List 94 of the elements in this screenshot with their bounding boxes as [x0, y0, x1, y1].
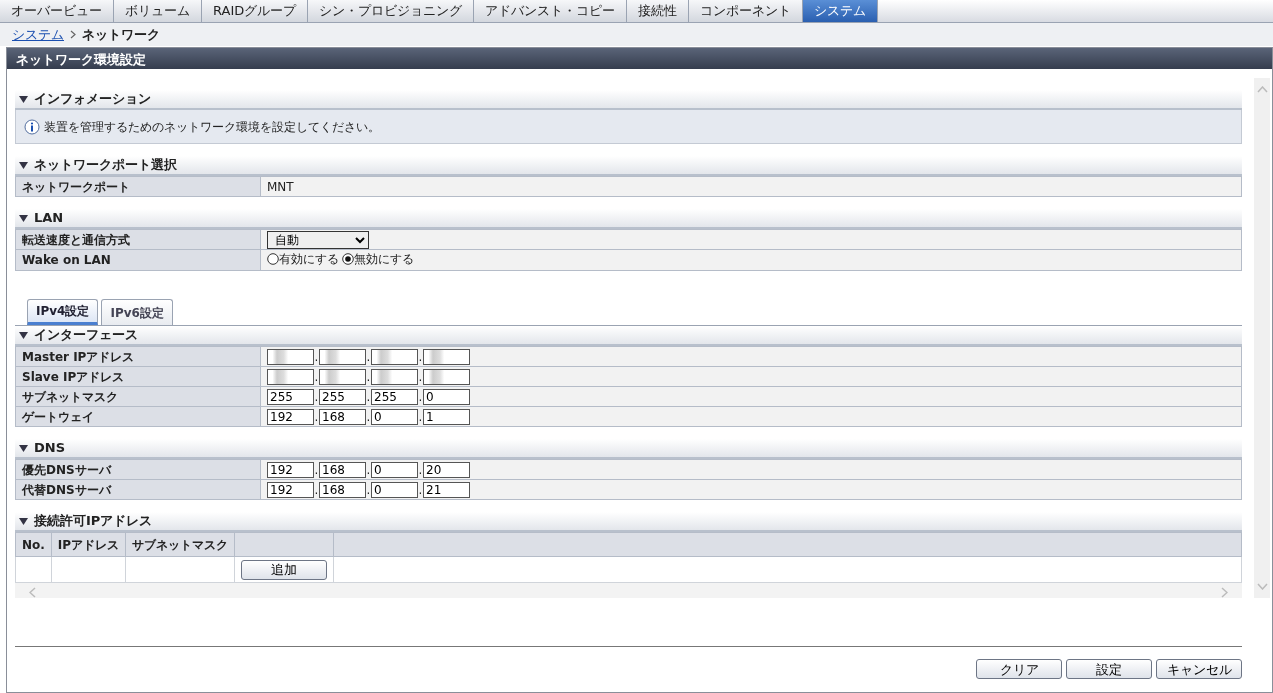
nav-tab[interactable]: ボリューム	[114, 0, 202, 22]
masked-input-field[interactable]	[371, 369, 418, 385]
nav-tab[interactable]: コンポーネント	[689, 0, 804, 22]
masked-input-field[interactable]	[267, 369, 314, 385]
input-field[interactable]: 1	[423, 409, 470, 425]
chevron-right-icon	[70, 30, 76, 39]
row-label: 優先DNSサーバ	[15, 459, 261, 480]
collapse-triangle-icon	[19, 444, 28, 452]
settings-tab[interactable]: IPv6設定	[101, 299, 173, 325]
dot-separator: .	[418, 461, 423, 479]
section-title: DNS	[34, 439, 66, 458]
dot-separator: .	[418, 388, 423, 406]
dot-separator: .	[366, 388, 371, 406]
radio-option[interactable]: 無効にする	[342, 250, 414, 268]
panel-title: ネットワーク環境設定	[7, 48, 1272, 69]
section-title: 接続許可IPアドレス	[34, 512, 153, 531]
row-label: 転送速度と通信方式	[15, 229, 261, 250]
row-label: サブネットマスク	[15, 386, 261, 407]
input-field[interactable]: 255	[267, 389, 314, 405]
row-label: Slave IPアドレス	[15, 366, 261, 387]
dot-separator: .	[314, 368, 319, 386]
input-field[interactable]: 192	[267, 482, 314, 498]
input-field[interactable]: 192	[267, 409, 314, 425]
masked-input-field[interactable]	[423, 349, 470, 365]
breadcrumb-link[interactable]: システム	[12, 24, 64, 45]
column-header: サブネットマスク	[125, 532, 235, 557]
collapse-triangle-icon	[19, 95, 28, 103]
input-field[interactable]: 168	[319, 482, 366, 498]
input-field[interactable]: 0	[371, 482, 418, 498]
radio-option[interactable]: 有効にする	[267, 250, 339, 268]
nav-tab[interactable]: RAIDグループ	[202, 0, 309, 22]
add-button[interactable]: 追加	[241, 559, 328, 580]
action-button[interactable]: クリア	[976, 659, 1062, 679]
nav-tab[interactable]: 接続性	[627, 0, 690, 22]
dot-separator: .	[418, 348, 423, 366]
dot-separator: .	[418, 408, 423, 426]
dot-separator: .	[366, 348, 371, 366]
column-header: No.	[15, 532, 52, 557]
row-label: ゲートウェイ	[15, 406, 261, 427]
scroll-left-icon	[29, 586, 36, 598]
section-title: ネットワークポート選択	[34, 156, 177, 175]
dot-separator: .	[314, 388, 319, 406]
settings-tab[interactable]: IPv4設定	[27, 299, 99, 325]
row-label: Wake on LAN	[15, 249, 261, 271]
masked-input-field[interactable]	[423, 369, 470, 385]
dot-separator: .	[366, 368, 371, 386]
dot-separator: .	[418, 368, 423, 386]
collapse-triangle-icon	[19, 161, 28, 169]
row-label: ネットワークポート	[15, 176, 261, 197]
input-field[interactable]: 0	[423, 389, 470, 405]
input-field[interactable]: 20	[423, 462, 470, 478]
input-field[interactable]: 168	[319, 462, 366, 478]
input-field[interactable]: 21	[423, 482, 470, 498]
info-icon	[24, 118, 40, 135]
dot-separator: .	[314, 481, 319, 499]
scroll-up-icon	[1256, 86, 1268, 93]
input-field[interactable]: 0	[371, 462, 418, 478]
section-title: インフォメーション	[34, 90, 151, 109]
input-field[interactable]: 192	[267, 462, 314, 478]
dot-separator: .	[418, 481, 423, 499]
nav-tab[interactable]: アドバンスト・コピー	[474, 0, 628, 22]
masked-input-field[interactable]	[319, 349, 366, 365]
dot-separator: .	[314, 461, 319, 479]
nav-tab[interactable]: システム	[803, 0, 879, 22]
info-message: 装置を管理するためのネットワーク環境を設定してください。	[44, 118, 380, 136]
nav-tab[interactable]: オーバービュー	[0, 0, 114, 22]
input-field[interactable]: 255	[371, 389, 418, 405]
dot-separator: .	[366, 408, 371, 426]
masked-input-field[interactable]	[371, 349, 418, 365]
input-field[interactable]: 168	[319, 409, 366, 425]
collapse-triangle-icon	[19, 331, 28, 339]
action-button[interactable]: 設定	[1066, 659, 1152, 679]
speed-select[interactable]: 自動	[267, 230, 369, 249]
row-label: Master IPアドレス	[15, 346, 261, 367]
value-cell: MNT	[260, 176, 1242, 197]
nav-tab[interactable]: シン・プロビジョニング	[308, 0, 475, 22]
input-field[interactable]: 0	[371, 409, 418, 425]
column-header: IPアドレス	[51, 532, 126, 557]
dot-separator: .	[366, 481, 371, 499]
scroll-right-icon	[1221, 586, 1228, 598]
dot-separator: .	[314, 348, 319, 366]
dot-separator: .	[366, 461, 371, 479]
collapse-triangle-icon	[19, 214, 28, 222]
breadcrumb-current: ネットワーク	[82, 25, 160, 44]
collapse-triangle-icon	[19, 517, 28, 525]
row-label: 代替DNSサーバ	[15, 479, 261, 500]
masked-input-field[interactable]	[319, 369, 366, 385]
section-title: インターフェース	[34, 326, 138, 345]
input-field[interactable]: 255	[319, 389, 366, 405]
masked-input-field[interactable]	[267, 349, 314, 365]
action-button[interactable]: キャンセル	[1156, 659, 1242, 679]
section-title: LAN	[34, 209, 64, 228]
scroll-down-icon	[1256, 583, 1268, 590]
dot-separator: .	[314, 408, 319, 426]
